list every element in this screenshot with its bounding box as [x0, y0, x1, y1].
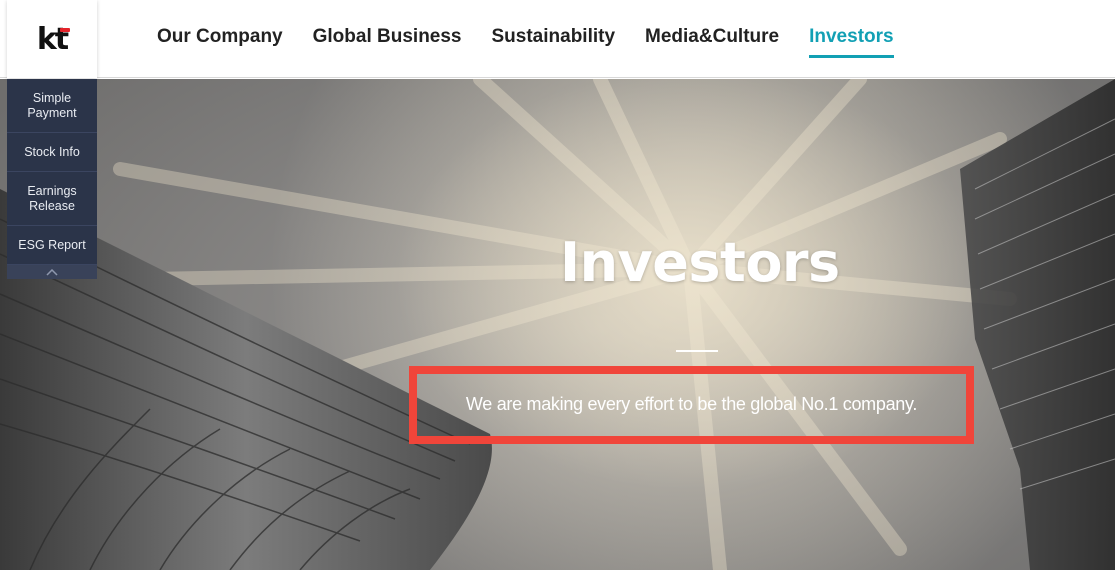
hero-background-image	[0, 79, 1115, 570]
logo-accent-mark	[60, 27, 71, 32]
nav-investors[interactable]: Investors	[809, 26, 895, 58]
quick-menu-earnings-release[interactable]: Earnings Release	[7, 172, 97, 226]
quick-menu: Simple Payment Stock Info Earnings Relea…	[7, 79, 97, 279]
kt-logo-link[interactable]: kt	[7, 0, 97, 78]
quick-menu-esg-report[interactable]: ESG Report	[7, 226, 97, 265]
kt-logo: kt	[36, 21, 71, 57]
site-header: Our Company Global Business Sustainabili…	[0, 0, 1115, 78]
nav-global-business[interactable]: Global Business	[313, 26, 462, 52]
nav-our-company[interactable]: Our Company	[157, 26, 283, 52]
nav-media-culture[interactable]: Media&Culture	[645, 26, 779, 52]
logo-text: kt	[36, 21, 69, 57]
nav-sustainability[interactable]: Sustainability	[492, 26, 616, 52]
hero-divider	[676, 350, 718, 352]
quick-menu-simple-payment[interactable]: Simple Payment	[7, 79, 97, 133]
hero-subtitle: We are making every effort to be the glo…	[465, 394, 918, 414]
hero-banner	[0, 79, 1115, 570]
page: Our Company Global Business Sustainabili…	[0, 0, 1115, 570]
chevron-up-icon	[46, 268, 58, 276]
quick-menu-collapse-button[interactable]	[7, 265, 97, 279]
hero-title: Investors	[560, 231, 840, 294]
main-navigation: Our Company Global Business Sustainabili…	[157, 0, 924, 78]
quick-menu-stock-info[interactable]: Stock Info	[7, 133, 97, 172]
